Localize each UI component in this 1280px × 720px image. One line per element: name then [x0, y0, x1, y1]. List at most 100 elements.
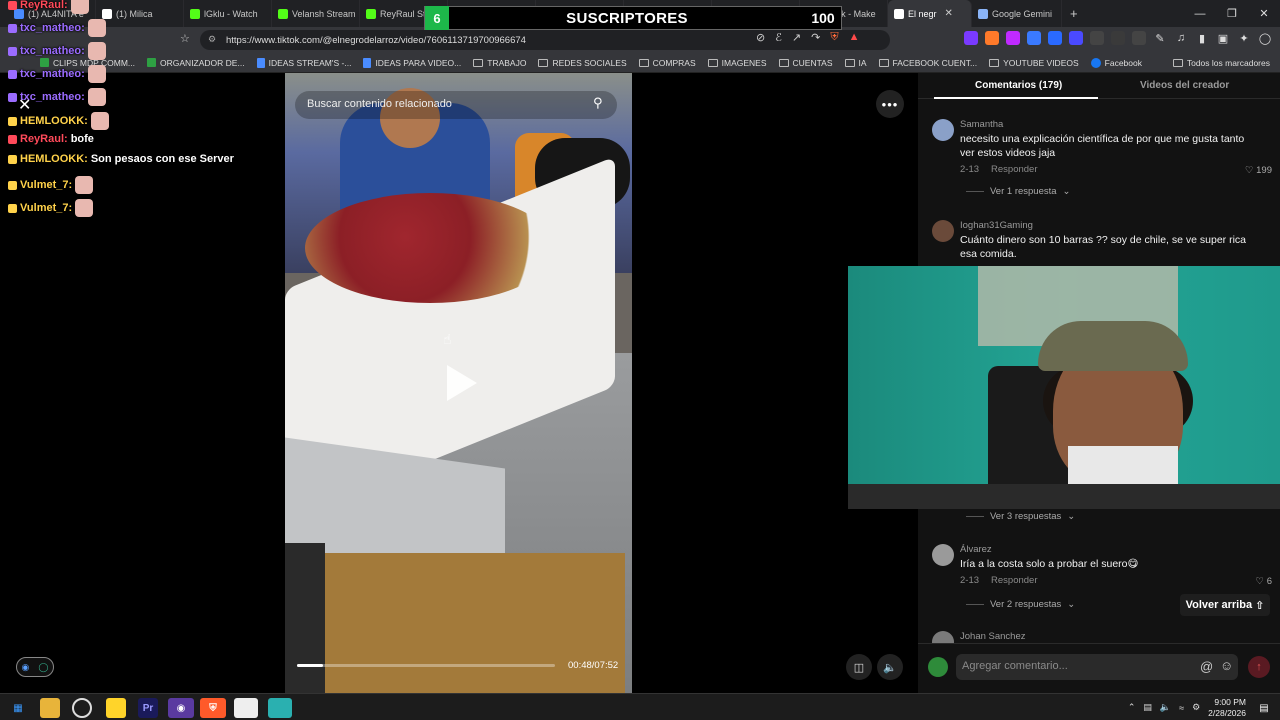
extension-icon[interactable] — [1048, 31, 1062, 45]
back-to-top-button[interactable]: Volver arriba ⇧ — [1180, 594, 1270, 616]
bookmark-item[interactable]: FACEBOOK CUENT... — [878, 57, 978, 68]
search-icon[interactable]: ⚲ — [593, 95, 613, 115]
extension-icon[interactable] — [964, 31, 978, 45]
comment-text: Iría a la costa solo a probar el suero😋 — [960, 558, 1139, 570]
comment-user[interactable]: Ioghan31Gaming — [960, 220, 1033, 231]
browser-tab[interactable]: Velansh Stream — [272, 0, 360, 27]
vpn-icon[interactable]: ◯ — [1258, 31, 1272, 45]
settings-icon[interactable]: ⚙ — [1192, 702, 1200, 713]
chevron-up-icon[interactable]: ⌃ — [1128, 702, 1136, 713]
browser-tab[interactable]: (1) Milica — [96, 0, 184, 27]
close-window-icon[interactable]: ✕ — [1248, 7, 1280, 20]
related-search-input[interactable]: Buscar contenido relacionado — [295, 91, 617, 119]
discord-icon[interactable]: ◉ — [168, 698, 194, 718]
rewards-icon[interactable]: ▲ — [849, 31, 860, 44]
reply-button[interactable]: Responder — [991, 164, 1037, 175]
obs-icon[interactable] — [72, 698, 92, 718]
maximize-icon[interactable]: ❐ — [1216, 7, 1248, 20]
chevron-down-icon: ⌄ — [1062, 186, 1071, 197]
bookmark-item[interactable]: Facebook — [1090, 57, 1142, 68]
extension-icon[interactable] — [1111, 31, 1125, 45]
extension-icon[interactable] — [1006, 31, 1020, 45]
open-external-icon[interactable]: ↗ — [792, 31, 801, 44]
cast-icon[interactable]: ⊘ — [756, 31, 765, 44]
emoji-icon[interactable]: ☺ — [1220, 658, 1233, 673]
wifi-icon[interactable]: ≈ — [1179, 703, 1184, 713]
reply-button[interactable]: Responder — [991, 575, 1037, 586]
avatar[interactable] — [932, 631, 954, 643]
view-replies-button[interactable]: Ver 3 respuestas ⌄ — [966, 511, 1075, 522]
comment-date: 2-13 — [960, 575, 980, 586]
file-explorer-icon[interactable] — [40, 698, 60, 718]
pip-icon[interactable]: ◫ — [846, 654, 872, 680]
bookmark-item[interactable]: CUENTAS — [778, 58, 833, 68]
windows-start-icon[interactable]: ▦ — [8, 698, 28, 718]
tab-active[interactable]: El negr ✕ — [888, 0, 972, 27]
wallet-icon[interactable]: ▣ — [1216, 31, 1230, 45]
chat-emote-icon — [87, 88, 106, 106]
brave-icon[interactable]: ⛨ — [200, 698, 226, 718]
avatar[interactable] — [932, 119, 954, 141]
bookmark-item[interactable]: COMPRAS — [638, 58, 696, 68]
site-info-icon[interactable]: ⚙ — [208, 34, 218, 44]
like-count[interactable]: ♡ 6 — [1256, 576, 1272, 587]
sidebar-icon[interactable]: ▮ — [1195, 31, 1209, 45]
volume-icon[interactable]: 🔈 — [1160, 702, 1171, 713]
network-icon[interactable]: ▤ — [1143, 702, 1152, 713]
bookmark-item[interactable]: ORGANIZADOR DE... — [147, 58, 245, 68]
browser-tab[interactable]: Google Gemini — [972, 0, 1062, 27]
bookmark-item[interactable]: YOUTUBE VIDEOS — [989, 58, 1079, 68]
comment-input[interactable]: Agregar comentario... — [956, 654, 1238, 680]
comment-user[interactable]: Samantha — [960, 119, 1003, 130]
notepad-icon[interactable] — [268, 698, 292, 718]
view-replies-button[interactable]: Ver 2 respuestas ⌄ — [966, 599, 1075, 610]
comment-user[interactable]: Johan Sanchez — [960, 631, 1026, 642]
avatar[interactable] — [928, 657, 948, 677]
all-bookmarks-button[interactable]: Todos los marcadores — [1172, 53, 1270, 73]
extension-icon[interactable] — [1090, 31, 1104, 45]
volume-icon[interactable]: 🔈 — [877, 654, 903, 680]
avatar[interactable] — [932, 220, 954, 242]
tab-creator-videos[interactable]: Videos del creador — [1140, 80, 1229, 91]
translate-icon[interactable]: ℰ — [775, 31, 782, 44]
bookmark-item[interactable]: IMAGENES — [707, 58, 767, 68]
extension-icon[interactable] — [1069, 31, 1083, 45]
play-icon[interactable] — [437, 361, 481, 405]
send-arrow-icon[interactable]: ↑ — [1248, 656, 1270, 678]
sticky-notes-icon[interactable] — [106, 698, 126, 718]
minimize-icon[interactable]: — — [1184, 8, 1216, 20]
document-icon[interactable] — [234, 698, 258, 718]
bookmark-item[interactable]: IA — [844, 58, 867, 68]
bookmark-item[interactable]: TRABAJO — [473, 58, 526, 68]
close-chat-icon[interactable]: ✕ — [18, 95, 31, 115]
clock[interactable]: 9:00 PM 2/28/2026 — [1208, 697, 1246, 719]
more-options-icon[interactable]: ••• — [876, 90, 904, 118]
new-tab-icon[interactable]: + — [1062, 6, 1086, 21]
view-replies-button[interactable]: Ver 1 respuesta ⌄ — [966, 186, 1071, 197]
bookmark-item[interactable]: IDEAS PARA VIDEO... — [363, 57, 461, 68]
share-icon[interactable]: ↷ — [811, 31, 820, 44]
comment-user[interactable]: Álvarez — [960, 544, 992, 555]
extension-icon[interactable] — [985, 31, 999, 45]
mention-icon[interactable]: @ — [1200, 659, 1213, 674]
overlay-toggle-button[interactable]: ◉ ◯ — [16, 657, 54, 677]
brave-shield-icon[interactable]: ⛨ — [830, 31, 838, 44]
bookmark-label: FACEBOOK CUENT... — [892, 57, 978, 68]
puzzle-icon[interactable]: ✎ — [1153, 31, 1167, 45]
avatar[interactable] — [932, 544, 954, 566]
bookmark-item[interactable]: IDEAS STREAM'S -... — [256, 57, 351, 68]
video-player[interactable]: Buscar contenido relacionado ⚲ 00:48/07:… — [285, 73, 632, 693]
extension-icon[interactable] — [1027, 31, 1041, 45]
media-icon[interactable]: ♫ — [1174, 31, 1188, 45]
close-tab-icon[interactable]: ✕ — [945, 8, 953, 19]
browser-tab[interactable]: lGklu - Watch — [184, 0, 272, 27]
leo-icon[interactable]: ✦ — [1237, 31, 1251, 45]
like-count[interactable]: ♡ 199 — [1245, 165, 1272, 176]
premiere-icon[interactable]: Pr — [138, 698, 158, 718]
video-progress-bar[interactable] — [297, 664, 555, 667]
tab-comments[interactable]: Comentarios (179) — [975, 80, 1062, 91]
notifications-icon[interactable]: ▤ — [1254, 698, 1274, 718]
bookmark-item[interactable]: REDES SOCIALES — [538, 58, 627, 68]
extension-icon[interactable] — [1132, 31, 1146, 45]
bookmark-icon[interactable]: ☆ — [180, 32, 190, 45]
